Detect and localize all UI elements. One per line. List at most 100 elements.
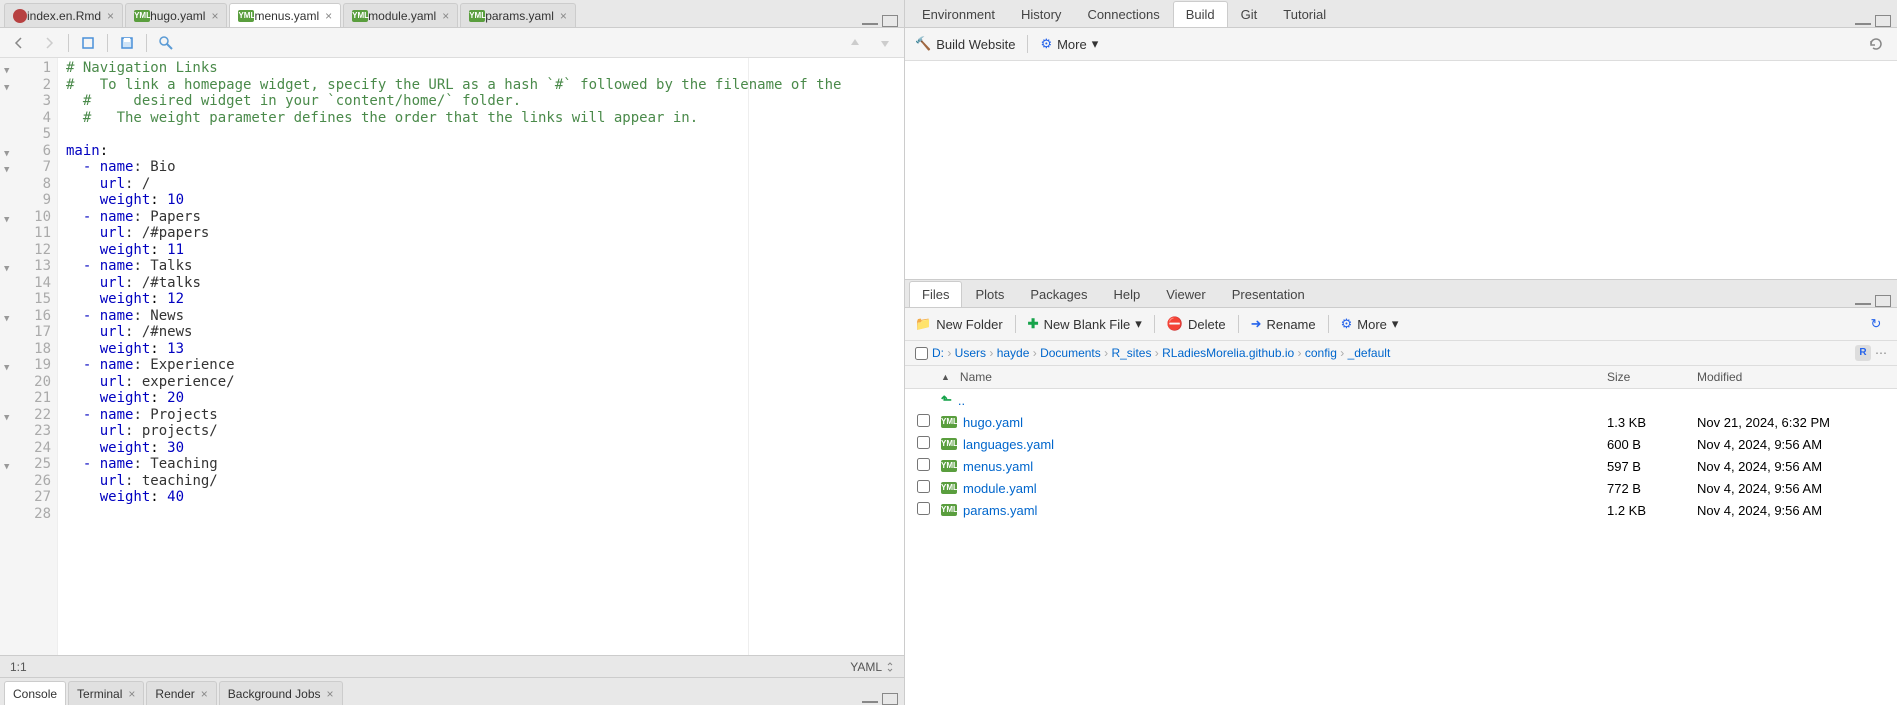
file-checkbox[interactable] bbox=[917, 436, 930, 449]
panel-tab-connections[interactable]: Connections bbox=[1074, 1, 1172, 27]
close-icon[interactable]: × bbox=[201, 687, 208, 701]
parent-directory-row[interactable]: ⬑ .. bbox=[905, 389, 1897, 411]
file-row[interactable]: YMLhugo.yaml1.3 KBNov 21, 2024, 6:32 PM bbox=[905, 411, 1897, 433]
breadcrumb-segment[interactable]: D: bbox=[932, 346, 944, 360]
editor-tab[interactable]: YMLmenus.yaml × bbox=[229, 3, 341, 27]
sort-by-name[interactable]: ▲Name bbox=[941, 370, 1607, 384]
minimize-icon[interactable] bbox=[1855, 297, 1871, 305]
file-name-link[interactable]: hugo.yaml bbox=[963, 415, 1023, 430]
panel-tab-packages[interactable]: Packages bbox=[1017, 281, 1100, 307]
back-button[interactable] bbox=[8, 32, 30, 54]
new-folder-button[interactable]: 📁 New Folder bbox=[915, 316, 1003, 332]
hammer-icon: 🔨 bbox=[915, 36, 931, 52]
panel-tab-build[interactable]: Build bbox=[1173, 1, 1228, 27]
search-icon[interactable] bbox=[155, 32, 177, 54]
file-name-link[interactable]: params.yaml bbox=[963, 503, 1037, 518]
close-icon[interactable]: × bbox=[128, 687, 135, 701]
up-arrow-icon: ⬑ bbox=[941, 392, 952, 408]
breadcrumb: D: › Users › hayde › Documents › R_sites… bbox=[905, 341, 1897, 366]
yaml-icon: YML bbox=[941, 504, 957, 516]
file-row[interactable]: YMLmodule.yaml772 BNov 4, 2024, 9:56 AM bbox=[905, 477, 1897, 499]
chevron-down-icon: ▾ bbox=[1392, 316, 1399, 332]
breadcrumb-segment[interactable]: Documents bbox=[1040, 346, 1101, 360]
code-editor[interactable]: ▼1▼2345▼6▼789▼101112▼131415▼161718▼19202… bbox=[0, 58, 904, 655]
console-tab[interactable]: Terminal× bbox=[68, 681, 144, 705]
panel-tab-environment[interactable]: Environment bbox=[909, 1, 1008, 27]
file-row[interactable]: YMLparams.yaml1.2 KBNov 4, 2024, 9:56 AM bbox=[905, 499, 1897, 521]
save-button[interactable] bbox=[116, 32, 138, 54]
editor-tab[interactable]: YMLparams.yaml× bbox=[460, 3, 576, 27]
close-icon[interactable]: × bbox=[442, 9, 449, 23]
close-icon[interactable]: × bbox=[107, 9, 114, 23]
sort-by-modified[interactable]: Modified bbox=[1697, 370, 1897, 384]
maximize-icon[interactable] bbox=[882, 15, 898, 27]
file-name-link[interactable]: module.yaml bbox=[963, 481, 1037, 496]
env-tab-bar: EnvironmentHistoryConnectionsBuildGitTut… bbox=[905, 0, 1897, 28]
forward-button[interactable] bbox=[38, 32, 60, 54]
yaml-icon: YML bbox=[134, 10, 150, 22]
breadcrumb-segment[interactable]: R_sites bbox=[1111, 346, 1151, 360]
r-project-icon[interactable]: R bbox=[1855, 345, 1871, 361]
refresh-button[interactable] bbox=[1865, 33, 1887, 55]
close-icon[interactable]: × bbox=[211, 9, 218, 23]
select-all-checkbox[interactable] bbox=[915, 347, 928, 360]
editor-tab[interactable]: index.en.Rmd × bbox=[4, 3, 123, 27]
editor-tab[interactable]: YMLmodule.yaml× bbox=[343, 3, 458, 27]
console-tab[interactable]: Render× bbox=[146, 681, 216, 705]
breadcrumb-segment[interactable]: _default bbox=[1348, 346, 1391, 360]
file-name-link[interactable]: languages.yaml bbox=[963, 437, 1054, 452]
close-icon[interactable]: × bbox=[560, 9, 567, 23]
panel-tab-history[interactable]: History bbox=[1008, 1, 1074, 27]
file-row[interactable]: YMLlanguages.yaml600 BNov 4, 2024, 9:56 … bbox=[905, 433, 1897, 455]
file-size: 597 B bbox=[1607, 459, 1697, 474]
more-button[interactable]: ⚙ More ▾ bbox=[1341, 316, 1399, 332]
breadcrumb-segment[interactable]: config bbox=[1305, 346, 1337, 360]
close-icon[interactable]: × bbox=[325, 9, 332, 23]
panel-tab-tutorial[interactable]: Tutorial bbox=[1270, 1, 1339, 27]
yaml-icon: YML bbox=[238, 10, 254, 22]
panel-tab-help[interactable]: Help bbox=[1100, 281, 1153, 307]
maximize-icon[interactable] bbox=[1875, 295, 1891, 307]
minimize-icon[interactable] bbox=[1855, 17, 1871, 25]
panel-tab-viewer[interactable]: Viewer bbox=[1153, 281, 1219, 307]
panel-tab-presentation[interactable]: Presentation bbox=[1219, 281, 1318, 307]
tab-label: Console bbox=[13, 687, 57, 701]
editor-tab[interactable]: YMLhugo.yaml× bbox=[125, 3, 227, 27]
file-checkbox[interactable] bbox=[917, 458, 930, 471]
breadcrumb-segment[interactable]: RLadiesMorelia.github.io bbox=[1162, 346, 1294, 360]
file-checkbox[interactable] bbox=[917, 414, 930, 427]
more-button[interactable]: ⚙ More ▾ bbox=[1040, 36, 1098, 52]
build-website-button[interactable]: 🔨 Build Website bbox=[915, 36, 1015, 52]
sort-by-size[interactable]: Size bbox=[1607, 370, 1697, 384]
console-tab[interactable]: Console bbox=[4, 681, 66, 705]
show-in-new-window-button[interactable] bbox=[77, 32, 99, 54]
tab-label: index.en.Rmd bbox=[27, 9, 101, 23]
rename-button[interactable]: ➜ Rename bbox=[1251, 316, 1316, 332]
refresh-button[interactable]: ↻ bbox=[1865, 313, 1887, 335]
file-row[interactable]: YMLmenus.yaml597 BNov 4, 2024, 9:56 AM bbox=[905, 455, 1897, 477]
file-checkbox[interactable] bbox=[917, 502, 930, 515]
panel-tab-files[interactable]: Files bbox=[909, 281, 962, 307]
minimize-icon[interactable] bbox=[862, 17, 878, 25]
breadcrumb-segment[interactable]: hayde bbox=[997, 346, 1030, 360]
source-down-button[interactable] bbox=[874, 32, 896, 54]
file-checkbox[interactable] bbox=[917, 480, 930, 493]
breadcrumb-segment[interactable]: Users bbox=[955, 346, 986, 360]
maximize-icon[interactable] bbox=[1875, 15, 1891, 27]
files-toolbar: 📁 New Folder ✚ New Blank File ▾ ⛔ Delete… bbox=[905, 308, 1897, 341]
panel-tab-git[interactable]: Git bbox=[1228, 1, 1271, 27]
gear-icon: ⚙ bbox=[1040, 36, 1052, 52]
maximize-icon[interactable] bbox=[882, 693, 898, 705]
panel-tab-plots[interactable]: Plots bbox=[962, 281, 1017, 307]
minimize-icon[interactable] bbox=[862, 695, 878, 703]
language-selector[interactable]: YAML bbox=[850, 660, 894, 674]
more-path-button[interactable]: ⋯ bbox=[1875, 346, 1887, 360]
console-tab[interactable]: Background Jobs× bbox=[219, 681, 343, 705]
close-icon[interactable]: × bbox=[327, 687, 334, 701]
delete-button[interactable]: ⛔ Delete bbox=[1167, 316, 1226, 332]
file-name-link[interactable]: menus.yaml bbox=[963, 459, 1033, 474]
new-blank-file-button[interactable]: ✚ New Blank File ▾ bbox=[1028, 316, 1142, 332]
source-up-button[interactable] bbox=[844, 32, 866, 54]
rmd-icon bbox=[13, 9, 27, 23]
tab-label: menus.yaml bbox=[254, 9, 319, 23]
